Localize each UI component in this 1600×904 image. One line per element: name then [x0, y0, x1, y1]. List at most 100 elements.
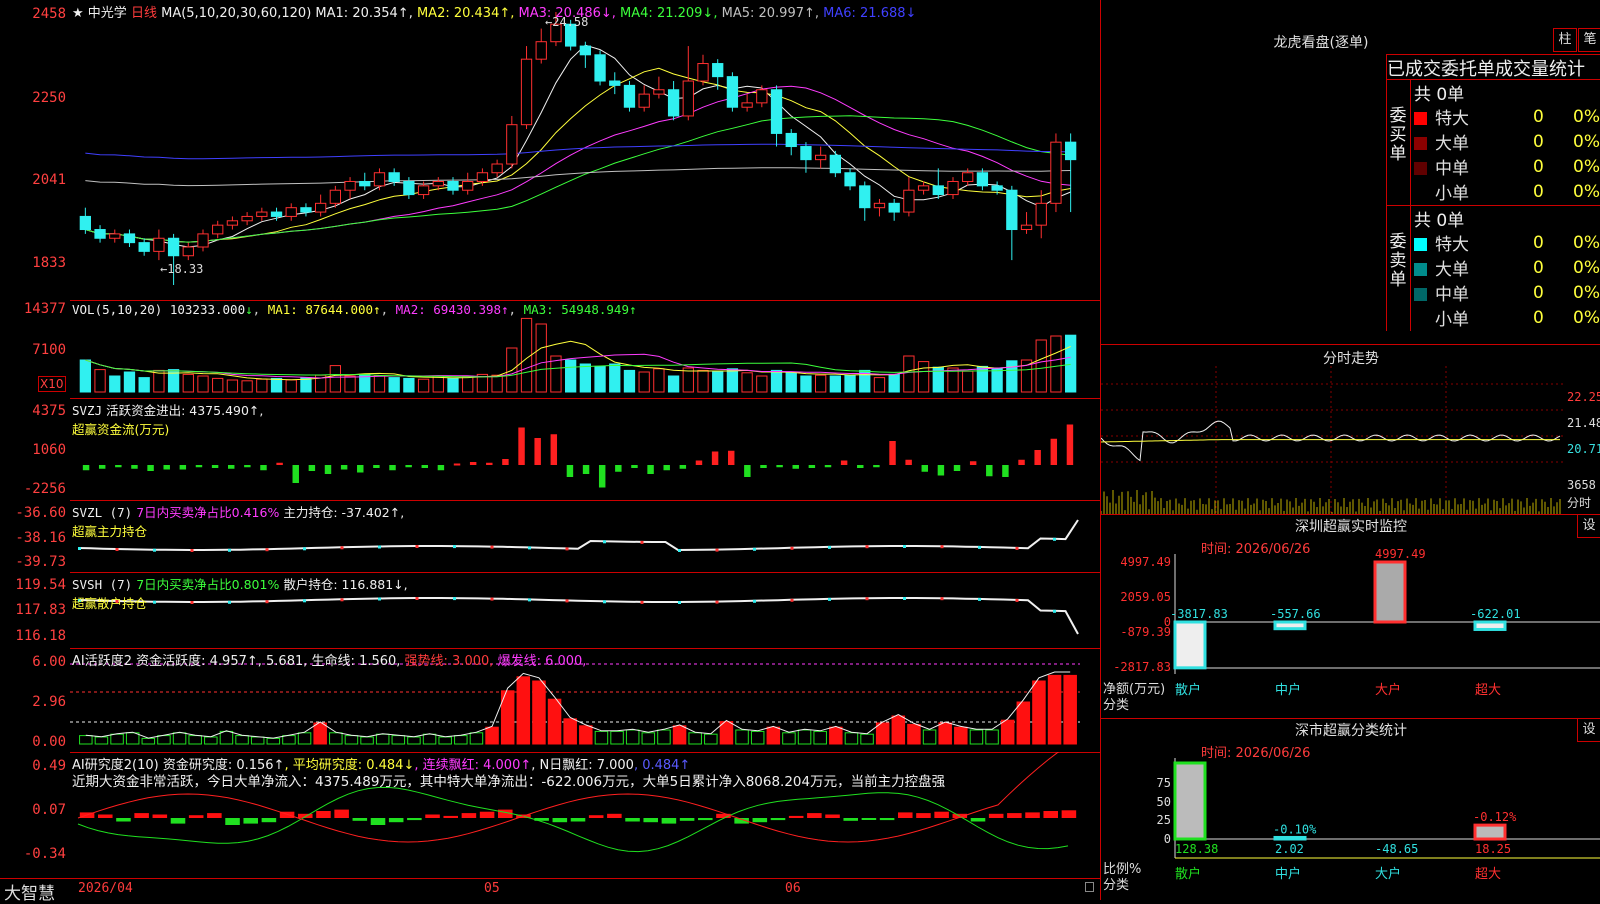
high-mark: ←24.58: [545, 15, 589, 29]
volume-bar: [109, 375, 121, 393]
research-bar: [152, 814, 168, 818]
research-bar: [843, 818, 858, 821]
classify-tick: 50: [1157, 795, 1171, 809]
research-bar: [1061, 810, 1077, 818]
tick-mode-button[interactable]: 笔: [1578, 28, 1600, 52]
candle-body: [785, 132, 797, 148]
candle-body: [756, 89, 768, 104]
volume-bar: [329, 365, 341, 393]
activity-bar: [297, 732, 312, 745]
research-bar: [861, 818, 877, 820]
classify-value: 2.02: [1275, 842, 1304, 856]
monitor-category: 散户: [1175, 682, 1201, 698]
candle-body: [1035, 202, 1047, 226]
classify-pct: -0.12%: [1473, 810, 1517, 824]
color-swatch: [1414, 162, 1427, 175]
intraday-panel[interactable]: 分时走势 22.25 21.48 20.71 3658 分时: [1100, 344, 1600, 515]
ma-line: [85, 67, 1071, 243]
color-swatch: [1414, 112, 1427, 125]
activity-bar: [782, 732, 796, 745]
order-row: 特大 0 0%: [1412, 230, 1600, 255]
activity-bar: [250, 736, 265, 745]
ai-research-axis: 0.49 0.07 -0.34: [23, 758, 66, 862]
activity-bar: [563, 718, 577, 745]
holding-tick: [978, 545, 981, 549]
fund-bar: [986, 465, 993, 477]
ai-activity-chart[interactable]: AI活跃度2 资金活跃度: 4.957↑, 5.681, 生命线: 1.560,…: [70, 648, 1100, 753]
activity-bar: [329, 732, 343, 745]
monitor-bar: [1373, 560, 1407, 624]
candle-body: [844, 172, 856, 187]
activity-bar: [485, 726, 499, 745]
fund-bar: [550, 434, 558, 465]
order-row: 小单 0 0%: [1412, 179, 1600, 205]
activity-bar: [844, 732, 859, 745]
candle-body: [388, 172, 400, 182]
volume-bar: [182, 373, 194, 393]
candle-body: [373, 172, 386, 187]
research-bar: [461, 813, 477, 818]
svsh-axis: 119.54 117.83 116.18: [15, 577, 66, 644]
holding-tick: [903, 597, 906, 600]
candle-body: [329, 189, 341, 204]
monitor-panel: 深圳超赢实时监控 设 时间: 2026/06/26 4997.49 2059.05…: [1100, 514, 1600, 719]
svsh-chart[interactable]: SVSH (7) 7日内买卖净占比0.801% 散户持仓: 116.881↓, …: [70, 572, 1100, 649]
research-bar: [207, 813, 222, 818]
activity-bar: [125, 732, 140, 745]
holding-tick: [303, 547, 306, 551]
candle-body: [300, 207, 312, 213]
order-row: 大单 0 0%: [1412, 129, 1600, 154]
activity-bar: [266, 737, 281, 745]
candle-body: [903, 189, 915, 213]
activity-bar: [219, 730, 234, 745]
kline-chart[interactable]: ★ 中光学 日线 MA(5,10,20,30,60,120) MA1: 20.3…: [70, 0, 1100, 301]
candle-body: [932, 185, 944, 196]
stock-period: 日线: [130, 6, 157, 21]
fund-bar: [937, 465, 945, 476]
fund-bar: [308, 465, 316, 471]
ma-line: [85, 85, 1071, 243]
svzl-axis: -36.60 -38.16 -39.73: [15, 505, 66, 570]
order-row: 特大 0 0%: [1412, 104, 1600, 129]
monitor-bar: [1273, 620, 1307, 631]
volume-bar: [917, 361, 930, 393]
holding-tick: [715, 548, 719, 552]
fund-bar: [469, 462, 477, 465]
candle-body: [741, 102, 753, 108]
fund-bar: [163, 465, 170, 470]
candle-body: [123, 233, 136, 244]
price-tick: 1833: [32, 255, 66, 271]
research-bar: [225, 818, 240, 825]
date-label: 2026/04: [78, 881, 133, 896]
fund-bar: [760, 465, 767, 468]
candle-body: [79, 215, 91, 231]
svzj-chart[interactable]: SVZJ 活跃资金进出: 4375.490↑, 超赢资金流(万元): [70, 398, 1100, 501]
fund-bar: [260, 465, 267, 471]
fund-bar: [598, 465, 606, 488]
classify-category: 超大: [1475, 867, 1501, 882]
holding-tick: [453, 545, 456, 549]
holding-tick: [415, 597, 419, 600]
research-bar: [388, 818, 404, 823]
bar-mode-button[interactable]: 柱: [1553, 28, 1577, 52]
candle-body: [726, 76, 739, 108]
volume-bar: [741, 372, 753, 393]
research-bar: [1043, 811, 1058, 818]
svzl-chart[interactable]: SVZL (7) 7日内买卖净占比0.416% 主力持仓: -37.402↑, …: [70, 500, 1100, 573]
color-swatch: [1414, 137, 1427, 150]
holding-tick: [865, 545, 869, 549]
holding-tick: [865, 597, 869, 601]
fund-bar: [82, 465, 90, 471]
activity-bar: [813, 730, 827, 745]
volume-bar: [520, 317, 533, 393]
candle-body: [138, 242, 150, 252]
volume-chart[interactable]: VOL(5,10,20) 103233.000↓, MA1: 87644.000…: [70, 300, 1100, 399]
ai-research-chart[interactable]: AI研究度2(10) 资金研究度: 0.156↑, 平均研究度: 0.484↓,…: [70, 752, 1100, 878]
research-bar: [698, 818, 713, 821]
lock-icon[interactable]: [1085, 882, 1094, 892]
fund-bar: [276, 462, 283, 465]
volume-bar: [976, 365, 989, 393]
volume-bar: [873, 377, 886, 393]
holding-tick: [603, 600, 606, 604]
candle-body: [815, 154, 827, 161]
